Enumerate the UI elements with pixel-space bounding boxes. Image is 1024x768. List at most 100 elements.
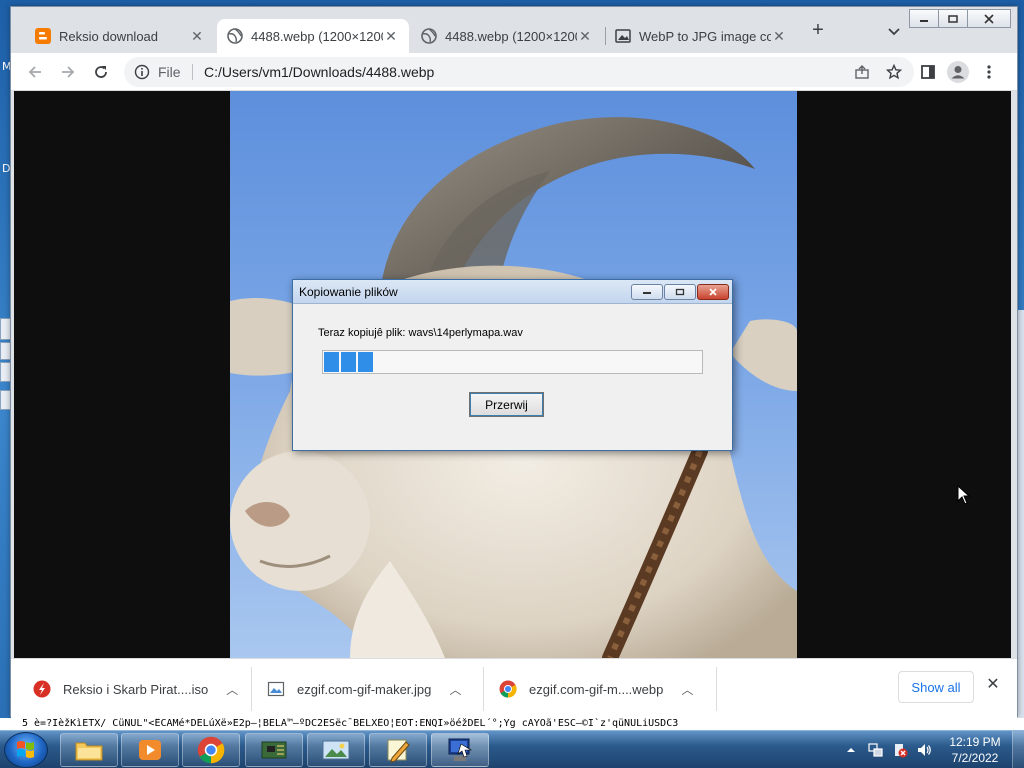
progress-block [324,352,339,372]
clock-date[interactable]: 7/2/2022 [946,751,1004,765]
avatar-icon [947,61,969,83]
forward-button[interactable] [54,58,82,86]
chrome-icon [197,736,225,764]
globe-icon [421,28,437,44]
taskbar-media-player[interactable] [121,733,179,767]
folder-icon [75,742,103,761]
tab-4488-webp[interactable]: 4488.webp (1200×1200) ✕ [411,19,603,53]
progress-block [341,352,356,372]
dialog-maximize-button[interactable] [664,284,696,300]
copy-progress-bar [322,350,703,374]
close-icon [709,288,717,296]
tab-close-icon[interactable]: ✕ [189,28,205,45]
show-desktop-button[interactable] [1012,731,1024,768]
restore-icon [948,14,958,23]
info-icon[interactable] [134,64,150,80]
flash-icon [33,680,51,698]
start-button[interactable] [4,732,48,768]
window-controls [909,9,1011,28]
minimize-button[interactable] [909,9,939,28]
close-icon [984,13,994,24]
maximize-icon [675,288,685,296]
maximize-button[interactable] [938,9,968,28]
kebab-menu-icon [987,65,991,79]
tray-overflow-icon[interactable] [846,745,856,755]
chevron-up-icon[interactable]: ︿ [449,681,461,698]
installer-computer-icon [448,738,473,761]
dialog-title-bar[interactable]: Kopiowanie plików [293,280,732,304]
download-filename: Reksio i Skarb Pirat....iso [63,681,209,697]
tab-strip: Reksio download ✕ 4488.webp (1200×1200) … [11,19,1017,53]
omnibox-divider [192,64,193,80]
share-icon[interactable] [854,64,870,80]
chevron-up-icon[interactable]: ︿ [681,681,693,698]
taskbar-image-viewer[interactable] [307,733,365,767]
dialog-minimize-button[interactable] [631,284,663,300]
circuit-board-icon [261,741,287,759]
tab-title: WebP to JPG image con [639,28,771,44]
side-panel-icon [921,65,935,79]
minimize-icon [920,19,928,22]
chrome-icon [499,680,517,698]
tab-title: 4488.webp (1200×1200) [251,28,383,44]
blogger-icon [35,28,51,44]
browser-toolbar: File C:/Users/vm1/Downloads/4488.webp [11,53,1017,91]
tab-4488-webp-active[interactable]: 4488.webp (1200×1200) ✕ [217,19,409,53]
show-all-downloads-button[interactable]: Show all [898,671,974,703]
download-shelf: Reksio i Skarb Pirat....iso ︿ ezgif.com-… [11,658,1017,718]
taskbar-chrome[interactable] [182,733,240,767]
new-tab-button[interactable]: + [806,19,830,43]
download-filename: ezgif.com-gif-m....webp [529,681,664,697]
download-separator [251,667,252,711]
tab-close-icon[interactable]: ✕ [771,28,787,45]
globe-icon [227,28,243,44]
copy-status-text: Teraz kopiujê plik: wavs\14perlymapa.wav [318,327,523,339]
download-item-gif-webp[interactable]: ezgif.com-gif-m....webp ︿ [499,675,693,703]
taskbar-editor[interactable] [369,733,427,767]
scheme-label: File [158,64,181,80]
clock-time[interactable]: 12:19 PM [946,735,1004,749]
image-converter-icon [615,29,631,43]
copy-files-dialog: Kopiowanie plików Teraz kopiujê plik: wa… [292,279,733,451]
reload-button[interactable] [87,58,115,86]
volume-icon[interactable] [916,742,932,758]
image-file-icon [267,681,285,697]
cancel-copy-button[interactable]: Przerwij [469,392,544,417]
background-garbled-text: 5 è=?ÏèžKìETX/ CüNUL"<ÊCAMé*DELúXë»Ë2p–¦… [0,718,1024,730]
taskbar: 12:19 PM 7/2/2022 [0,730,1024,768]
download-separator [483,667,484,711]
tab-webp-to-jpg[interactable]: WebP to JPG image con ✕ [605,19,797,53]
star-bookmark-icon[interactable] [886,64,902,80]
dialog-close-button[interactable] [697,284,729,300]
tab-title: Reksio download [59,28,159,44]
reload-icon [95,66,107,78]
taskbar-explorer[interactable] [60,733,118,767]
download-separator [716,667,717,711]
download-filename: ezgif.com-gif-maker.jpg [297,681,432,697]
minimize-icon [643,292,651,294]
close-download-shelf-icon[interactable]: ✕ [983,675,1003,695]
side-panel-button[interactable] [914,58,942,86]
mouse-cursor-icon [957,485,971,505]
network-icon[interactable] [868,742,884,758]
back-button[interactable] [21,58,49,86]
download-item-reksio-iso[interactable]: Reksio i Skarb Pirat....iso ︿ [33,675,238,703]
media-player-icon [139,740,161,760]
picture-icon [322,740,350,760]
tab-close-icon[interactable]: ✕ [383,28,399,45]
arrow-left-icon [28,66,41,78]
chevron-up-icon[interactable]: ︿ [226,681,238,698]
profile-button[interactable] [944,58,972,86]
address-bar[interactable]: File C:/Users/vm1/Downloads/4488.webp [124,57,914,87]
taskbar-hardware-app[interactable] [245,733,303,767]
url-text[interactable]: C:/Users/vm1/Downloads/4488.webp [204,64,434,80]
action-center-error-icon[interactable] [892,742,908,758]
close-window-button[interactable] [967,9,1011,28]
tab-close-icon[interactable]: ✕ [577,28,593,45]
tab-title: 4488.webp (1200×1200) [445,28,577,44]
tab-search-chevron-icon[interactable] [884,21,904,41]
taskbar-installer-active[interactable] [431,733,489,767]
menu-button[interactable] [975,58,1003,86]
tab-reksio-download[interactable]: Reksio download ✕ [25,19,215,53]
download-item-gif-maker-jpg[interactable]: ezgif.com-gif-maker.jpg ︿ [267,675,461,703]
